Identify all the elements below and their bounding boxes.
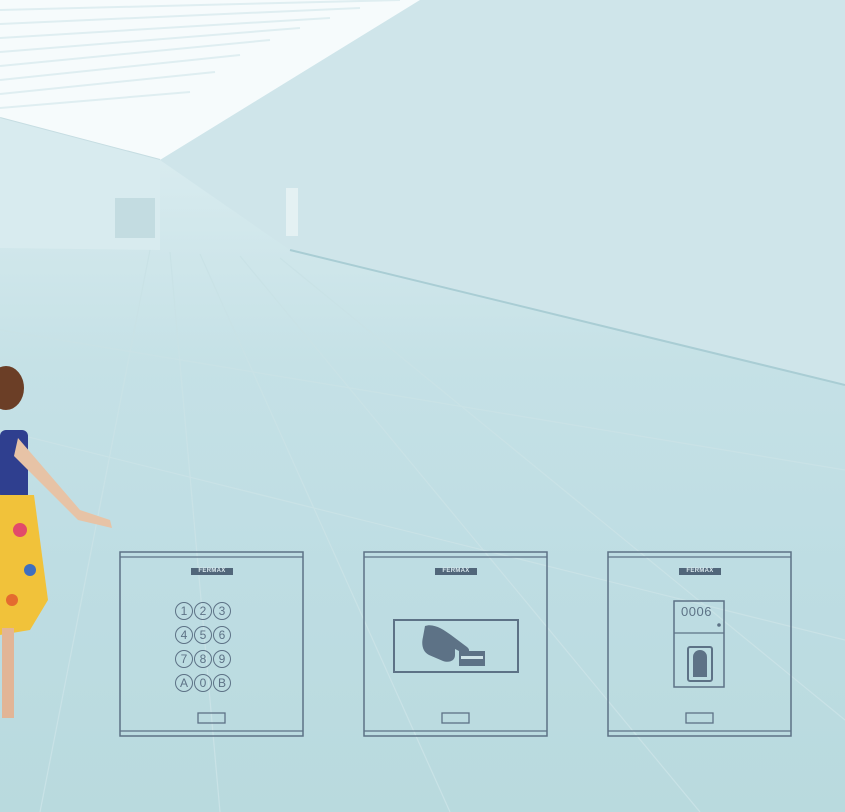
card-reader-panel: FERMAX (363, 551, 548, 737)
key-6[interactable]: 6 (213, 626, 231, 644)
girl-figure (0, 366, 112, 718)
key-7[interactable]: 7 (175, 650, 193, 668)
hand-card-icon (422, 625, 485, 666)
keypad: 123 456 789 A0B (175, 602, 247, 698)
keypad-panel: FERMAX 123 456 789 A0B (119, 551, 304, 737)
code-display: 0006 (681, 604, 712, 619)
brand-logo: FERMAX (679, 568, 721, 575)
key-b[interactable]: B (213, 674, 231, 692)
key-2[interactable]: 2 (194, 602, 212, 620)
key-a[interactable]: A (175, 674, 193, 692)
key-8[interactable]: 8 (194, 650, 212, 668)
photo-scene: FERMAX 123 456 789 A0B FERMAX FERMAX 000… (0, 0, 845, 812)
key-3[interactable]: 3 (213, 602, 231, 620)
key-5[interactable]: 5 (194, 626, 212, 644)
biometric-panel: FERMAX 0006 (607, 551, 792, 737)
brand-logo: FERMAX (191, 568, 233, 575)
brand-logo: FERMAX (435, 568, 477, 575)
key-4[interactable]: 4 (175, 626, 193, 644)
key-0[interactable]: 0 (194, 674, 212, 692)
key-9[interactable]: 9 (213, 650, 231, 668)
key-1[interactable]: 1 (175, 602, 193, 620)
